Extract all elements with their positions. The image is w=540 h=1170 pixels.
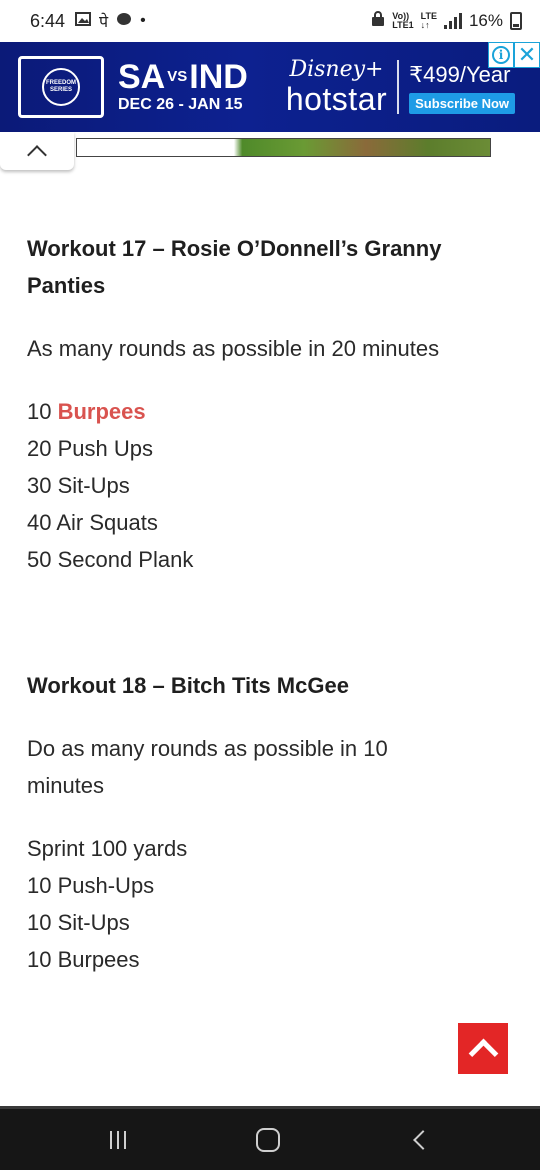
back-button[interactable] (380, 1109, 460, 1170)
lte-icon: LTE ↓↑ (420, 11, 437, 30)
ad-controls: i ✕ (488, 42, 540, 68)
list-item: 50 Second Plank (27, 547, 194, 572)
workout-18-title: Workout 18 – Bitch Tits McGee (27, 673, 349, 698)
list-item: 10 Push-Ups (27, 873, 155, 898)
list-item: 10 Burpees (27, 947, 140, 972)
back-icon (413, 1129, 433, 1150)
arrow-up-icon (468, 1038, 498, 1068)
status-time: 6:44 (30, 10, 66, 31)
subscribe-now-button[interactable]: Subscribe Now (409, 92, 516, 114)
workout-18-description: Do as many rounds as possible in 10 minu… (27, 736, 388, 798)
disney-wordmark: Disney+ (289, 57, 384, 82)
chevron-up-icon (27, 145, 47, 165)
phonepe-icon: पे (99, 14, 109, 31)
hotstar-logo: Disney+ hotstar (285, 57, 388, 117)
signal-strength-icon (443, 13, 462, 29)
ad-offer: ₹499/Year Subscribe Now (409, 61, 516, 114)
team-a: SA (118, 58, 166, 96)
battery-icon (510, 12, 522, 30)
system-icons: Vo)) LTE1 LTE ↓↑ 16% (371, 10, 522, 32)
info-icon: i (492, 46, 510, 64)
versus-label: VS (167, 68, 188, 85)
list-item: 20 Push Ups (27, 436, 153, 461)
vpn-lock-icon (371, 10, 385, 32)
ad-collapse-button[interactable] (0, 132, 74, 170)
status-bar: 6:44 पे • Vo)) LTE1 LTE ↓↑ 16% (0, 0, 540, 42)
recent-apps-button[interactable] (78, 1109, 158, 1170)
more-dot-icon: • (140, 12, 146, 29)
list-item: 30 Sit-Ups (27, 473, 130, 498)
list-item: 40 Air Squats (27, 510, 158, 535)
list-item: 10 Sit-Ups (27, 910, 130, 935)
ad-divider (397, 60, 400, 114)
ad-close-button[interactable]: ✕ (514, 42, 540, 68)
home-button[interactable] (228, 1109, 308, 1170)
list-item: 10 Burpees (27, 399, 146, 424)
ad-teams: SA VS IND (118, 59, 248, 95)
scroll-to-top-button[interactable] (458, 1023, 508, 1074)
chat-bubble-icon (116, 12, 132, 31)
recent-apps-icon (110, 1130, 126, 1149)
ad-info-button[interactable]: i (488, 42, 514, 68)
home-icon (256, 1127, 280, 1152)
series-emblem-icon: FREEDOM SERIES (42, 68, 80, 106)
battery-percentage: 16% (468, 11, 503, 30)
ad-dates: DEC 26 - JAN 15 (118, 96, 243, 113)
workout-17-list: 10 Burpees 20 Push Ups 30 Sit-Ups 40 Air… (27, 393, 507, 578)
team-b: IND (189, 58, 248, 96)
workout-18-list: Sprint 100 yards 10 Push-Ups 10 Sit-Ups … (27, 830, 507, 978)
workout-17-description: As many rounds as possible in 20 minutes (27, 336, 440, 361)
freedom-series-logo: FREEDOM SERIES (18, 56, 104, 118)
hotstar-wordmark: hotstar (285, 81, 388, 117)
close-icon: ✕ (517, 42, 537, 67)
ad-image-strip[interactable] (76, 138, 491, 157)
volte-icon: Vo)) LTE1 (392, 11, 414, 30)
notification-icons: पे • (75, 10, 146, 32)
gallery-icon (75, 11, 92, 31)
article-content: Workout 17 – Rosie O’Donnell’s Granny Pa… (27, 230, 507, 978)
burpees-link[interactable]: Burpees (58, 399, 146, 424)
ad-banner[interactable]: FREEDOM SERIES SA VS IND DEC 26 - JAN 15… (0, 42, 540, 132)
workout-17-title: Workout 17 – Rosie O’Donnell’s Granny Pa… (27, 236, 442, 298)
ad-match-info: SA VS IND DEC 26 - JAN 15 (118, 59, 248, 115)
system-nav-bar (0, 1106, 540, 1170)
list-item: Sprint 100 yards (27, 836, 188, 861)
